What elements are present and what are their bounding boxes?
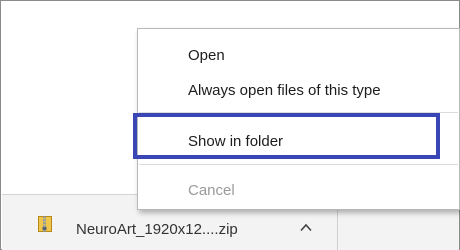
menu-separator [139, 164, 458, 165]
menu-separator [139, 112, 458, 113]
chevron-up-icon[interactable] [300, 219, 312, 232]
menu-item-label: Cancel [188, 182, 235, 199]
menu-item-cancel: Cancel [138, 176, 459, 204]
menu-item-always-open[interactable]: Always open files of this type [138, 76, 459, 104]
menu-item-open[interactable]: Open [138, 41, 459, 69]
menu-item-label: Show in folder [188, 133, 284, 150]
zip-archive-icon [38, 216, 52, 232]
menu-item-label: Open [188, 47, 225, 64]
download-file-name: NeuroArt_1920x12....zip [76, 221, 238, 238]
download-context-menu: Open Always open files of this type Show… [137, 28, 460, 210]
menu-item-label: Always open files of this type [188, 82, 381, 99]
menu-item-show-in-folder[interactable]: Show in folder [138, 127, 459, 155]
